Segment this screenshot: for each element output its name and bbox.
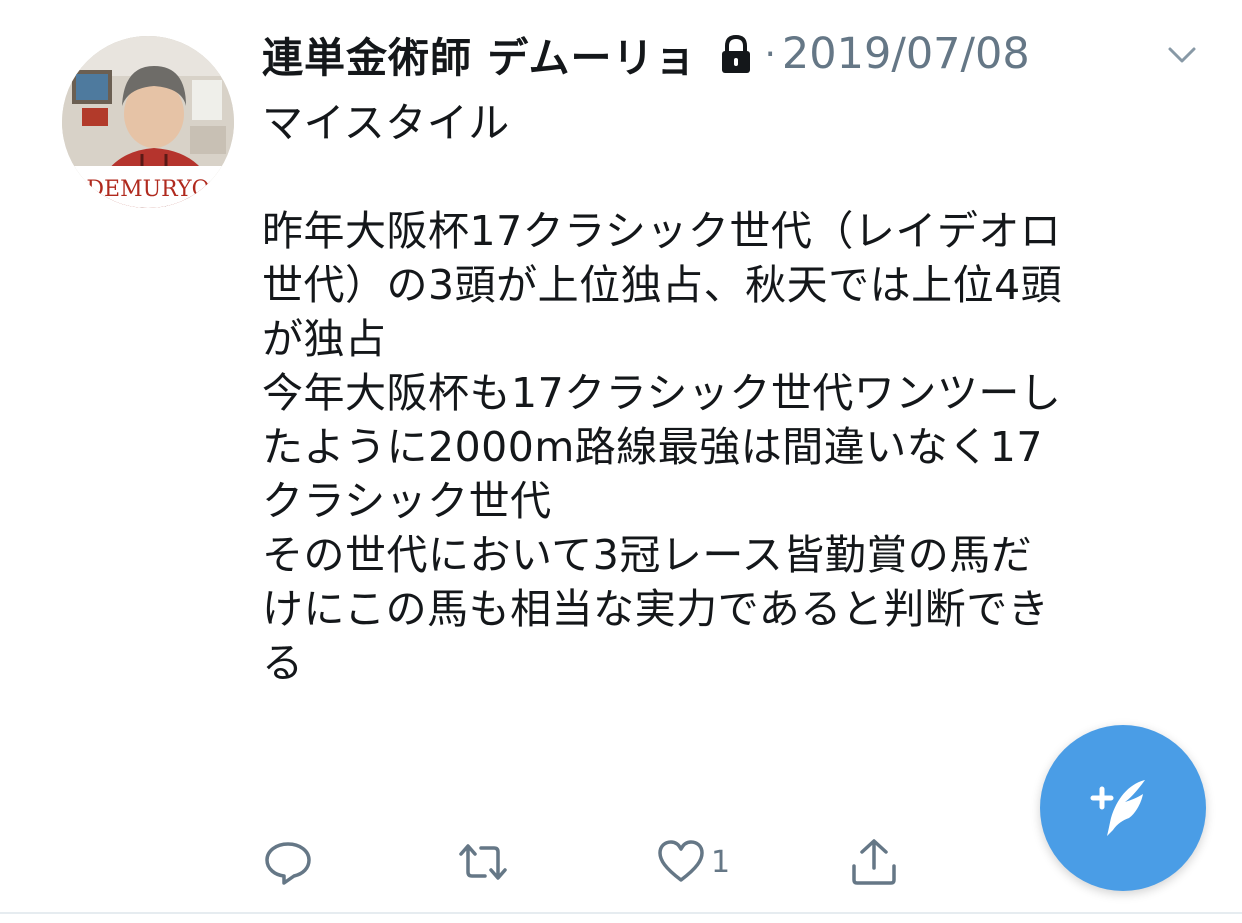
share-icon [852,839,896,885]
display-name[interactable]: 連単金術師 デムーリョ [262,24,696,84]
share-button[interactable] [848,834,900,890]
like-button[interactable]: 1 [655,834,730,890]
heart-icon [658,840,704,882]
lock-icon [714,32,758,76]
separator-dot: · [764,33,776,75]
retweet-button[interactable] [455,834,511,890]
tweet-date[interactable]: 2019/07/08 [782,29,1030,79]
chevron-down-icon[interactable] [1162,34,1202,74]
reply-icon [265,842,311,885]
compose-tweet-button[interactable] [1040,725,1206,891]
tweet-divider [0,912,1242,914]
avatar-text: DEMURYO [86,177,209,202]
like-count: 1 [711,844,731,880]
tweet-text: マイスタイル 昨年大阪杯17クラシック世代（レイデオロ 世代）の3頭が上位独占、… [262,99,1063,687]
tweet-header: 連単金術師 デムーリョ · 2019/07/08 [262,24,1202,84]
retweet-icon [459,844,507,880]
avatar[interactable]: DEMURYO [62,36,234,208]
compose-tweet-icon [1090,780,1145,836]
reply-button[interactable] [262,834,314,890]
